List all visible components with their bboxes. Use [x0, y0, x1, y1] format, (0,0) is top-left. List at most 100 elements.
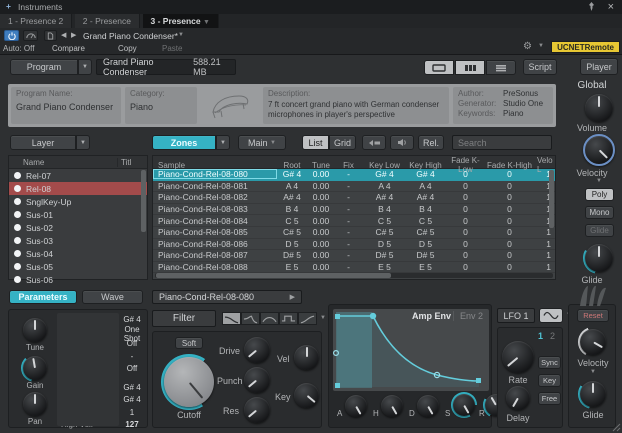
grid-view-button[interactable]: Grid — [329, 135, 356, 150]
lfo-wave-button[interactable] — [539, 308, 563, 323]
layer-selector[interactable]: Layer — [10, 135, 76, 150]
table-row[interactable]: Piano-Cond-Rel-08-086D 50.00-D 5D 5001 — [153, 239, 555, 251]
copy-button[interactable]: Copy — [118, 44, 137, 53]
macro-controls-icon[interactable] — [23, 30, 38, 41]
amp-env-tab[interactable]: Amp Env — [412, 311, 451, 321]
filter-lowpass-res-icon[interactable] — [241, 312, 260, 325]
tab-dropdown-icon[interactable]: ▼ — [203, 19, 210, 26]
search-input[interactable]: Search — [452, 135, 552, 150]
filter-key-knob[interactable] — [294, 383, 319, 408]
velocity-dropdown-icon[interactable]: ▼ — [596, 178, 602, 184]
free-button[interactable]: Free — [538, 392, 561, 405]
filter-vel-knob[interactable] — [294, 345, 319, 370]
sustain-knob[interactable] — [453, 394, 475, 416]
program-dropdown-icon[interactable]: ▼ — [78, 59, 92, 75]
table-hscroll-thumb[interactable] — [156, 273, 391, 278]
player-button[interactable]: Player — [580, 58, 618, 75]
program-display[interactable]: Grand Piano Condenser 588.21 MB — [96, 59, 236, 75]
table-row[interactable]: Piano-Cond-Rel-08-081A 40.00-A 4A 4001 — [153, 181, 555, 193]
attack-knob[interactable] — [345, 395, 367, 417]
filter-type-dropdown-icon[interactable]: ▼ — [320, 315, 326, 321]
delay-knob[interactable] — [506, 386, 530, 410]
tab-presence-active[interactable]: 3 - Presence ▼ — [143, 14, 219, 28]
tab-presence[interactable]: 2 - Presence — [75, 14, 140, 28]
list-item[interactable]: Sus-02 — [9, 221, 147, 234]
punch-knob[interactable] — [244, 367, 270, 393]
sample-selector[interactable]: Piano-Cond-Rel-08-080 ▶ — [152, 290, 302, 304]
filter-notch-icon[interactable] — [279, 312, 298, 325]
lfo-page-1[interactable]: 1 — [538, 331, 543, 341]
program-button[interactable]: Program — [10, 59, 78, 75]
preset-dropdown-icon[interactable]: ▼ — [178, 32, 184, 38]
table-row[interactable]: Piano-Cond-Rel-08-085C# 50.00-C# 5C# 500… — [153, 227, 555, 239]
speaker-icon-button[interactable] — [390, 135, 414, 150]
view-columns-button[interactable] — [455, 60, 485, 75]
list-item[interactable]: Sus-04 — [9, 247, 147, 260]
parameters-tab[interactable]: Parameters — [9, 290, 77, 304]
table-row[interactable]: Piano-Cond-Rel-08-082A# 40.00-A# 4A# 400… — [153, 192, 555, 204]
release-button[interactable]: Rel. — [418, 135, 444, 150]
list-view-button[interactable]: List — [302, 135, 329, 150]
zones-tab[interactable]: Zones — [152, 135, 216, 150]
filter-lowpass-icon[interactable] — [222, 312, 241, 325]
ucnet-remote-badge[interactable]: UCNETRemote — [551, 41, 620, 53]
tune-knob[interactable] — [23, 318, 47, 342]
compare-button[interactable]: Compare — [52, 44, 85, 53]
resize-grip[interactable] — [611, 422, 621, 432]
main-selector[interactable]: Main ▼ — [238, 135, 286, 150]
drive-knob[interactable] — [244, 337, 270, 363]
script-button[interactable]: Script — [523, 59, 557, 75]
volume-knob[interactable] — [585, 94, 613, 122]
zones-dropdown-icon[interactable]: ▼ — [216, 135, 230, 150]
pin-icon[interactable] — [587, 1, 596, 12]
pan-knob[interactable] — [23, 392, 47, 416]
close-icon[interactable]: × — [608, 1, 614, 13]
keyboard-icon-button[interactable] — [362, 135, 386, 150]
tab-presence-2[interactable]: 1 - Presence 2 — [0, 14, 72, 28]
list-item[interactable]: Sus-05 — [9, 260, 147, 273]
envelope-graph[interactable]: Amp Env Env 2 — [333, 309, 489, 391]
table-row[interactable]: Piano-Cond-Rel-08-083B 40.00-B 4B 4001 — [153, 204, 555, 216]
velocity-knob[interactable] — [583, 134, 615, 166]
reset-button[interactable]: Reset — [577, 309, 609, 322]
rate-knob[interactable] — [502, 341, 534, 373]
wave-tab[interactable]: Wave — [82, 290, 143, 304]
glide-button[interactable]: Glide — [585, 224, 614, 237]
prev-preset-icon[interactable]: ◀ — [61, 31, 66, 39]
table-row[interactable]: Piano-Cond-Rel-08-088E 50.00-E 5E 5001 — [153, 262, 555, 273]
list-item[interactable]: Rel-07 — [9, 169, 147, 182]
soft-button[interactable]: Soft — [175, 337, 203, 349]
table-row[interactable]: Piano-Cond-Rel-08-084C 50.00-C 5C 5001 — [153, 215, 555, 227]
hold-knob[interactable] — [381, 395, 403, 417]
gear-icon[interactable]: ⚙ — [523, 41, 532, 52]
key-button[interactable]: Key — [538, 374, 561, 387]
layer-dropdown-icon[interactable]: ▼ — [76, 135, 90, 150]
sample-play-icon[interactable]: ▶ — [290, 293, 295, 301]
mod-velocity-knob[interactable] — [580, 329, 606, 355]
auto-label[interactable]: Auto: Off — [3, 44, 34, 53]
res-knob[interactable] — [244, 397, 270, 423]
next-preset-icon[interactable]: ▶ — [71, 31, 76, 39]
decay-knob[interactable] — [417, 395, 439, 417]
settings-dropdown-icon[interactable]: ▼ — [538, 43, 544, 49]
mod-velocity-dropdown-icon[interactable]: ▼ — [590, 369, 596, 375]
preset-file-icon[interactable] — [44, 30, 57, 41]
list-item[interactable]: Sus-06 — [9, 273, 147, 286]
filter-bandpass-icon[interactable] — [260, 312, 279, 325]
preset-name[interactable]: Grand Piano Condenser* — [83, 31, 178, 41]
table-vscroll-thumb[interactable] — [549, 170, 554, 228]
list-item[interactable]: Sus-01 — [9, 208, 147, 221]
table-hscroll-track[interactable] — [155, 273, 553, 278]
mono-button[interactable]: Mono — [585, 206, 614, 219]
cutoff-knob[interactable] — [164, 357, 214, 407]
power-button[interactable] — [4, 30, 19, 41]
list-item-selected[interactable]: Rel-08 — [9, 182, 147, 195]
sync-button[interactable]: Sync — [538, 356, 561, 369]
layer-list-scrollbar[interactable] — [141, 170, 146, 232]
filter-highpass-icon[interactable] — [298, 312, 317, 325]
table-row[interactable]: Piano-Cond-Rel-08-087D# 50.00-D# 5D# 500… — [153, 250, 555, 262]
gain-knob[interactable] — [23, 356, 47, 380]
list-item[interactable]: SnglKey-Up — [9, 195, 147, 208]
mod-glide-knob[interactable] — [580, 381, 606, 407]
poly-button[interactable]: Poly — [585, 188, 614, 201]
